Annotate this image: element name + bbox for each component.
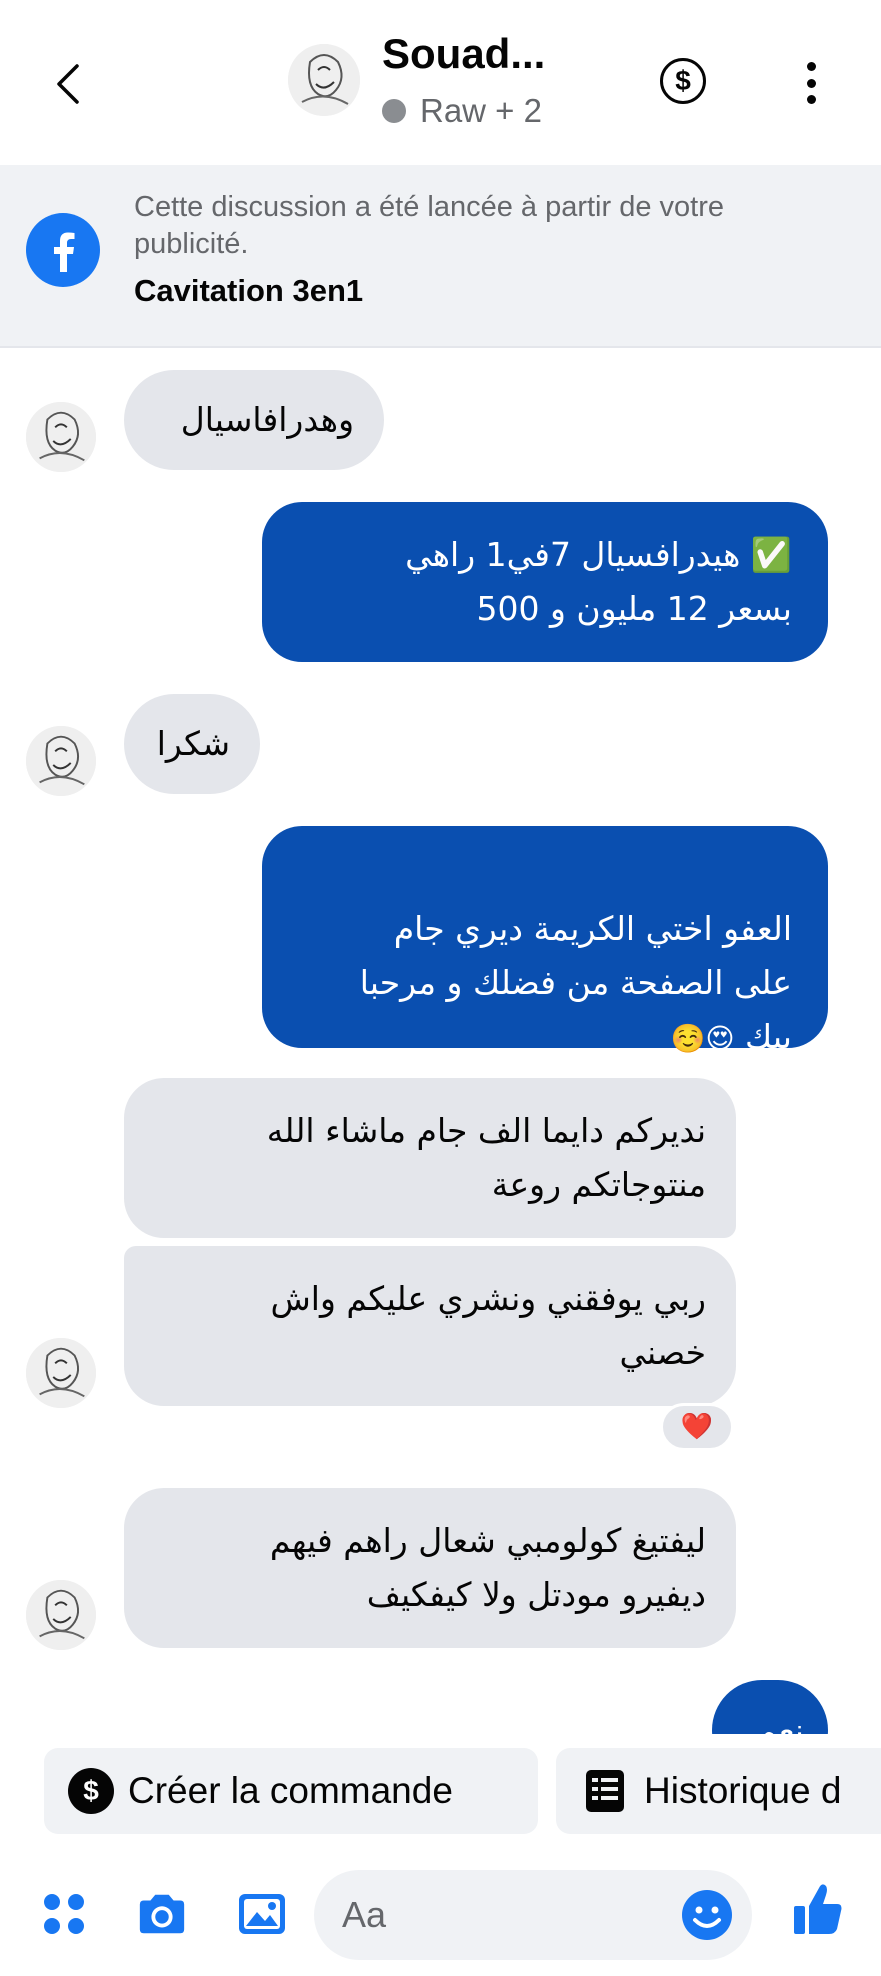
create-order-label: Créer la commande [128,1770,453,1811]
message-bubble-incoming[interactable]: ربي يوفقني ونشري عليكم واش خصني [124,1246,736,1406]
more-options-icon[interactable] [796,58,826,108]
ad-origin-banner[interactable]: Cette discussion a été lancée à partir d… [0,165,881,348]
message-clip: نعم [712,1680,828,1734]
contact-name[interactable]: Souad... [382,30,545,78]
ad-description: Cette discussion a été lancée à partir d… [134,191,724,260]
emoji: 😍☺️ [670,1022,735,1055]
contact-avatar[interactable] [288,44,360,116]
sender-avatar[interactable] [26,1338,96,1408]
heart-reaction-icon[interactable]: ❤️ [660,1403,734,1451]
message-bubble-incoming[interactable]: ليفتيغ كولومبي شعال راهم فيهم ديفيرو مود… [124,1488,736,1648]
chat-header: Souad... Raw + 2 $ [0,0,881,165]
facebook-icon [26,213,100,287]
quick-actions-bar: $ Créer la commande Historique d [0,1734,881,1844]
order-list-icon [586,1770,624,1812]
back-button[interactable] [44,54,92,114]
gallery-icon[interactable] [236,1888,288,1940]
message-bubble-incoming[interactable]: وهدرافاسيال [124,370,384,470]
emoji-icon[interactable] [680,1888,734,1942]
ad-name: Cavitation 3en1 [134,273,364,308]
sender-avatar[interactable] [26,726,96,796]
sender-avatar[interactable] [26,402,96,472]
message-bubble-incoming[interactable]: نديركم دايما الف جام ماشاء الله منتوجاتك… [124,1078,736,1238]
message-input-placeholder: Aa [342,1894,387,1935]
message-bubble-outgoing[interactable]: ✅ هيدرافسيال 7في1 راهي بسعر 12 مليون و 5… [262,502,828,662]
history-label: Historique d [644,1770,842,1811]
reaction-emoji: ❤️ [680,1412,714,1442]
message-bubble-incoming[interactable]: شكرا [124,694,260,794]
chevron-left-icon [57,64,79,104]
sender-avatar[interactable] [26,1580,96,1650]
apps-grid-icon[interactable] [38,1888,90,1940]
camera-icon[interactable] [136,1888,188,1940]
history-button[interactable]: Historique d [556,1748,881,1834]
message-bubble-outgoing[interactable]: العفو اختي الكريمة ديري جام على الصفحة م… [262,826,828,1056]
dollar-icon[interactable]: $ [660,58,706,104]
create-order-button[interactable]: $ Créer la commande [44,1748,538,1834]
contact-status: Raw + 2 [382,92,542,130]
status-dot-icon [382,99,406,123]
message-composer: Aa [0,1844,881,1976]
message-bubble-outgoing[interactable]: نعم [712,1680,828,1734]
thumbs-up-icon[interactable] [792,1884,844,1936]
dollar-circle-icon: $ [68,1768,114,1814]
message-input[interactable]: Aa [314,1870,752,1960]
status-text: Raw + 2 [420,92,542,129]
